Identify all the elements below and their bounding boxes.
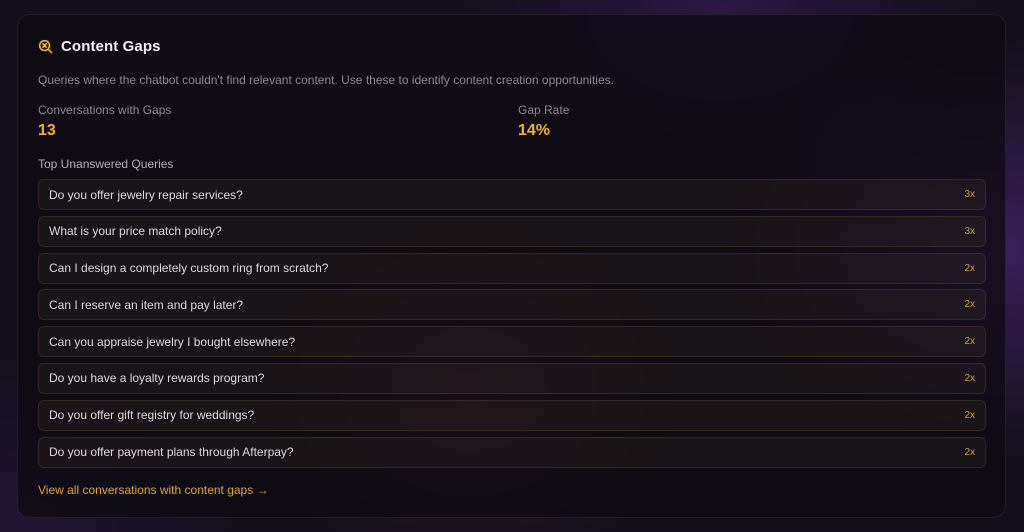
stat-label: Conversations with Gaps [38, 103, 172, 117]
list-item[interactable]: Do you have a loyalty rewards program? 2… [38, 362, 986, 394]
query-count-badge: 2x [964, 299, 975, 311]
query-text: What is your price match policy? [49, 224, 222, 239]
query-text: Do you offer jewelry repair services? [49, 187, 243, 202]
search-x-icon [38, 39, 53, 54]
stat-value: 13 [38, 122, 56, 139]
query-text: Do you have a loyalty rewards program? [49, 371, 265, 386]
query-count-badge: 2x [964, 372, 975, 384]
list-item[interactable]: What is your price match policy? 3x [38, 215, 986, 247]
query-count-badge: 2x [964, 446, 975, 458]
query-count-badge: 2x [964, 336, 975, 348]
list-item[interactable]: Do you offer jewelry repair services? 3x [38, 179, 986, 210]
query-count-badge: 3x [964, 189, 975, 200]
stat-value: 14% [518, 122, 551, 139]
query-count-badge: 2x [964, 262, 975, 274]
list-item[interactable]: Can I reserve an item and pay later? 2x [38, 289, 986, 321]
query-text: Can I reserve an item and pay later? [49, 297, 244, 312]
query-text: Can I design a completely custom ring fr… [49, 261, 329, 276]
stat-conversations-with-gaps: Conversations with Gaps 13 [38, 103, 171, 140]
stat-gap-rate: Gap Rate 14% [518, 103, 569, 140]
query-text: Do you offer gift registry for weddings? [49, 408, 255, 423]
card-header: Content Gaps [38, 38, 161, 55]
list-item[interactable]: Do you offer gift registry for weddings?… [38, 399, 986, 431]
card-description: Queries where the chatbot couldn't find … [38, 73, 614, 87]
content-gaps-card: Content Gaps Queries where the chatbot c… [17, 14, 1006, 518]
list-item[interactable]: Can you appraise jewelry I bought elsewh… [38, 326, 986, 358]
stat-label: Gap Rate [518, 103, 570, 117]
query-text: Can you appraise jewelry I bought elsewh… [49, 334, 296, 349]
list-item[interactable]: Can I design a completely custom ring fr… [38, 252, 986, 284]
card-title: Content Gaps [61, 38, 161, 55]
query-count-badge: 3x [964, 225, 975, 237]
section-label: Top Unanswered Queries [38, 157, 174, 171]
view-all-content-gaps-link[interactable]: View all conversations with content gaps… [38, 483, 269, 497]
query-count-badge: 2x [964, 409, 975, 421]
unanswered-queries-list: Do you offer jewelry repair services? 3x… [38, 179, 986, 473]
query-text: Do you offer payment plans through After… [49, 445, 294, 460]
list-item[interactable]: Do you offer payment plans through After… [38, 436, 986, 468]
